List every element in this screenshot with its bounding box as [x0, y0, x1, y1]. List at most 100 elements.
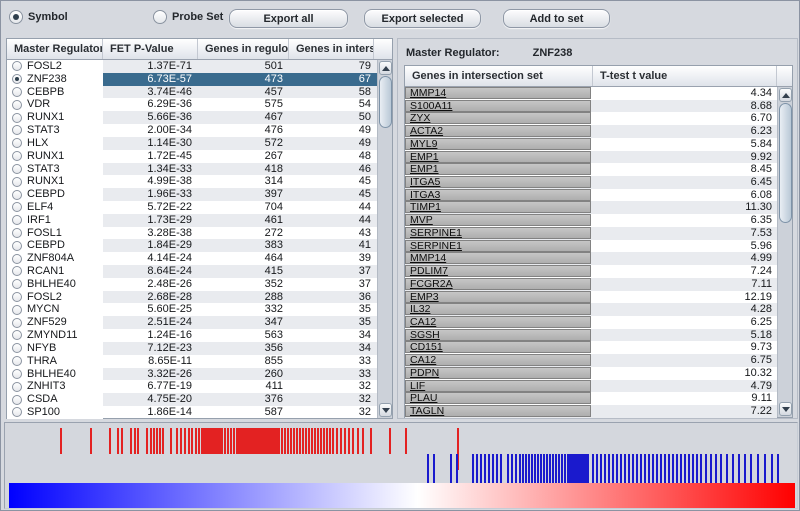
table-row[interactable]: RUNX1 1.72E-45 267 48	[7, 149, 377, 163]
gene-name-button[interactable]: LIF	[405, 379, 591, 392]
row-radio-icon[interactable]	[12, 330, 22, 341]
master-regulator-cell[interactable]: ZMYND11	[7, 329, 103, 342]
table-row[interactable]: ACTA2 6.23	[405, 125, 777, 138]
master-regulator-cell[interactable]: ZNF238	[7, 72, 103, 86]
master-regulator-cell[interactable]: CEBPD	[7, 239, 103, 253]
table-row[interactable]: STAT3 1.34E-33 418 46	[7, 162, 377, 176]
column-header-1[interactable]: FET P-Value	[103, 39, 198, 59]
table-row[interactable]: SERPINE1 7.53	[405, 226, 777, 240]
row-radio-icon[interactable]	[12, 163, 22, 174]
master-regulator-cell[interactable]: BHLHE40	[7, 367, 103, 381]
table-row[interactable]: EMP1 8.45	[405, 163, 777, 177]
table-row[interactable]: ITGA3 6.08	[405, 188, 777, 202]
table-row[interactable]: TIMP1 11.30	[405, 201, 777, 215]
left-scrollbar-thumb[interactable]	[379, 76, 392, 128]
table-row[interactable]: ZNF804A 4.14E-24 464 39	[7, 252, 377, 265]
master-regulator-cell[interactable]: NFYB	[7, 341, 103, 355]
row-radio-icon[interactable]	[12, 125, 22, 136]
add-to-set-button[interactable]: Add to set	[503, 9, 610, 28]
row-radio-icon[interactable]	[12, 279, 22, 290]
table-row[interactable]: VDR 6.29E-36 575 54	[7, 98, 377, 112]
left-table-scrollbar[interactable]	[377, 60, 392, 418]
column-header-0[interactable]: Master Regulator	[7, 39, 103, 59]
scroll-up-button[interactable]	[379, 61, 392, 75]
gene-name-button[interactable]: PDPN	[405, 366, 591, 379]
table-row[interactable]: ELF4 5.72E-22 704 44	[7, 200, 377, 214]
gene-name-button[interactable]: ITGA5	[405, 176, 591, 189]
gene-name-button[interactable]: TAGLN	[405, 404, 591, 417]
master-regulator-cell[interactable]: FOSL1	[7, 226, 103, 240]
row-radio-icon[interactable]	[12, 202, 22, 213]
table-row[interactable]: IRF1 1.73E-29 461 44	[7, 213, 377, 227]
gene-name-button[interactable]: EMP3	[405, 290, 591, 303]
table-row[interactable]: IL32 4.28	[405, 303, 777, 316]
column-header-1[interactable]: T-test t value	[593, 66, 777, 86]
radio-probe-set-icon[interactable]	[153, 10, 167, 24]
table-row[interactable]: MYCN 5.60E-25 332 35	[7, 303, 377, 317]
gene-name-button[interactable]: PLAU	[405, 392, 591, 405]
table-row[interactable]: BHLHE40 3.32E-26 260 33	[7, 367, 377, 381]
table-row[interactable]: ZYX 6.70	[405, 112, 777, 126]
gene-name-button[interactable]: MMP14	[405, 87, 591, 99]
table-row[interactable]: ZMYND11 1.24E-16 563 34	[7, 329, 377, 342]
gene-name-button[interactable]: MYL9	[405, 137, 591, 150]
row-radio-icon[interactable]	[12, 176, 22, 187]
radio-symbol[interactable]: Symbol	[9, 10, 68, 24]
gene-name-button[interactable]: FCGR2A	[405, 277, 591, 290]
table-row[interactable]: NFYB 7.12E-23 356 34	[7, 341, 377, 355]
master-regulator-cell[interactable]: STAT3	[7, 124, 103, 137]
table-row[interactable]: TAGLN 7.22	[405, 404, 777, 418]
master-regulator-cell[interactable]: VDR	[7, 98, 103, 112]
scroll-up-button[interactable]	[779, 88, 792, 102]
row-radio-icon[interactable]	[12, 138, 22, 149]
table-row[interactable]: ZNF529 2.51E-24 347 35	[7, 316, 377, 330]
table-row[interactable]: PDPN 10.32	[405, 366, 777, 380]
gene-name-button[interactable]: ITGA3	[405, 188, 591, 201]
table-row[interactable]: EMP1 9.92	[405, 150, 777, 164]
row-radio-icon[interactable]	[12, 99, 22, 110]
row-radio-icon[interactable]	[12, 87, 22, 98]
gene-name-button[interactable]: ACTA2	[405, 125, 591, 138]
table-row[interactable]: CEBPD 1.84E-29 383 41	[7, 239, 377, 253]
table-row[interactable]: CEBPB 3.74E-46 457 58	[7, 85, 377, 99]
row-radio-icon[interactable]	[12, 151, 22, 162]
row-radio-icon[interactable]	[12, 407, 22, 418]
table-row[interactable]: ITGA5 6.45	[405, 176, 777, 189]
row-radio-icon[interactable]	[12, 240, 22, 251]
gene-name-button[interactable]: CA12	[405, 315, 591, 328]
table-row[interactable]: CSDA 4.75E-20 376 32	[7, 393, 377, 406]
table-row[interactable]: CD151 9.73	[405, 341, 777, 355]
table-row[interactable]: PDLIM7 7.24	[405, 265, 777, 278]
row-radio-icon[interactable]	[12, 292, 22, 303]
table-row[interactable]: RUNX1 4.99E-38 314 45	[7, 175, 377, 189]
row-radio-icon[interactable]	[12, 368, 22, 379]
export-selected-button[interactable]: Export selected	[364, 9, 481, 28]
gene-name-button[interactable]: EMP1	[405, 150, 591, 163]
row-radio-icon[interactable]	[12, 304, 22, 315]
master-regulator-cell[interactable]: BHLHE40	[7, 277, 103, 291]
column-header-2[interactable]: Genes in regulon	[198, 39, 289, 59]
table-row[interactable]: SP100 1.86E-14 587 32	[7, 405, 377, 419]
gene-name-button[interactable]: SERPINE1	[405, 239, 591, 252]
table-row[interactable]: RUNX1 5.66E-36 467 50	[7, 111, 377, 125]
master-regulator-cell[interactable]: MYCN	[7, 303, 103, 317]
master-regulator-cell[interactable]: HLX	[7, 136, 103, 150]
gene-name-button[interactable]: EMP1	[405, 163, 591, 176]
master-regulator-cell[interactable]: IRF1	[7, 213, 103, 227]
table-row[interactable]: S100A11 8.68	[405, 99, 777, 113]
gene-name-button[interactable]: CA12	[405, 354, 591, 367]
table-row[interactable]: MYL9 5.84	[405, 137, 777, 151]
row-radio-icon[interactable]	[12, 343, 22, 354]
gene-name-button[interactable]: MVP	[405, 214, 591, 227]
row-radio-icon[interactable]	[12, 74, 22, 85]
master-regulator-cell[interactable]: FOSL2	[7, 60, 103, 73]
row-radio-icon[interactable]	[12, 253, 22, 264]
master-regulator-cell[interactable]: FOSL2	[7, 290, 103, 304]
radio-symbol-icon[interactable]	[9, 10, 23, 24]
table-row[interactable]: ZNHIT3 6.77E-19 411 32	[7, 380, 377, 394]
gene-name-button[interactable]: MMP14	[405, 252, 591, 265]
table-row[interactable]: MVP 6.35	[405, 214, 777, 227]
table-row[interactable]: CA12 6.75	[405, 354, 777, 367]
master-regulator-cell[interactable]: ELF4	[7, 200, 103, 214]
gene-name-button[interactable]: SGSH	[405, 328, 591, 341]
